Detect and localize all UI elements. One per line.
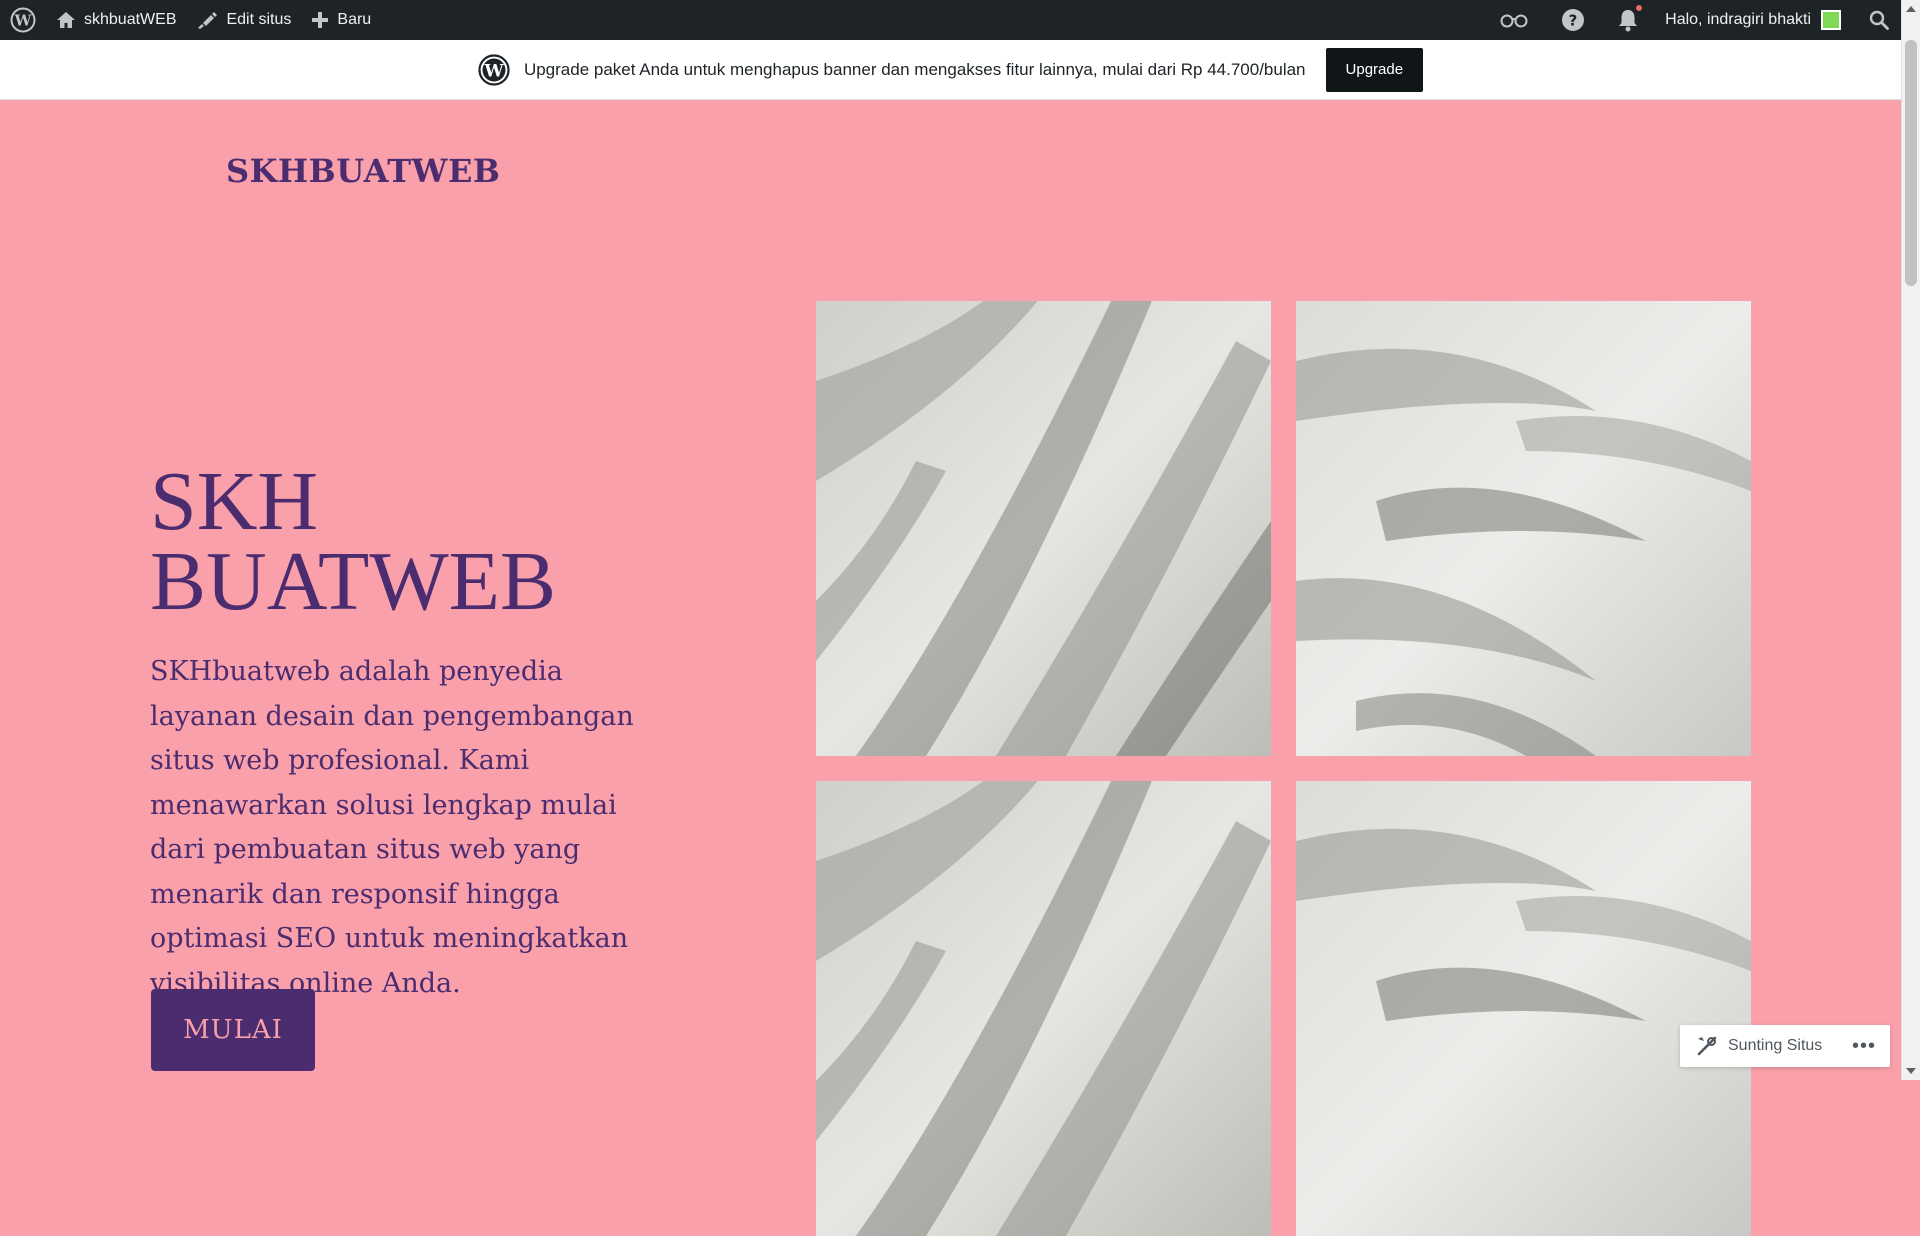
edit-site-pill[interactable]: Sunting Situs ••• (1680, 1025, 1890, 1067)
edit-site-link[interactable]: Edit situs (186, 0, 301, 40)
tools-icon (1696, 1035, 1718, 1057)
page-scrollbar[interactable] (1901, 0, 1920, 1080)
wordpress-menu[interactable]: W (0, 0, 46, 40)
svg-text:W: W (483, 61, 504, 81)
upgrade-banner: W Upgrade paket Anda untuk menghapus ban… (0, 40, 1901, 100)
site-title[interactable]: SKHBUATWEB (226, 152, 500, 190)
svg-text:W: W (14, 12, 33, 30)
scrollbar-thumb[interactable] (1905, 40, 1917, 286)
reader-button[interactable] (1483, 0, 1545, 40)
new-content-label: Baru (337, 11, 372, 28)
banner-text: Upgrade paket Anda untuk menghapus banne… (523, 59, 1306, 79)
new-content-link[interactable]: Baru (301, 0, 381, 40)
bell-icon (1619, 10, 1638, 32)
edit-icon (198, 12, 218, 29)
site-name-label: skhbuatWEB (84, 11, 177, 28)
search-button[interactable] (1851, 0, 1901, 40)
edit-site-pill-label: Sunting Situs (1728, 1037, 1823, 1054)
hero-title: SKH BUATWEB (150, 460, 710, 624)
admin-bar: W skhbuatWEB Edit situs Baru ? Halo, ind… (0, 0, 1901, 40)
site-name-link[interactable]: skhbuatWEB (46, 0, 186, 40)
reader-icon (1500, 14, 1528, 28)
plus-icon (312, 12, 329, 28)
sand-image-3 (816, 781, 1271, 1236)
help-button[interactable]: ? (1545, 0, 1601, 40)
sand-image-4 (1296, 781, 1751, 1236)
hero-title-line-2: BUATWEB (150, 535, 556, 628)
notifications-button[interactable] (1601, 0, 1655, 40)
avatar (1821, 10, 1841, 30)
edit-site-label: Edit situs (226, 11, 292, 28)
wordpress-icon: W (10, 7, 36, 33)
account-menu[interactable]: Halo, indragiri bhakti (1655, 0, 1851, 40)
home-icon (57, 12, 75, 28)
svg-text:?: ? (1569, 12, 1578, 30)
upgrade-button[interactable]: Upgrade (1325, 47, 1424, 92)
more-icon[interactable]: ••• (1852, 1035, 1876, 1058)
help-icon: ? (1562, 9, 1585, 31)
search-icon (1869, 10, 1889, 30)
start-button[interactable]: MULAI (151, 989, 315, 1071)
notification-dot (1636, 5, 1643, 11)
hero-description: SKHbuatweb adalah penyedia layanan desai… (150, 656, 634, 999)
sand-image-1 (816, 301, 1271, 756)
scroll-down-icon[interactable] (1906, 1068, 1916, 1074)
sand-image-2 (1296, 301, 1751, 756)
greeting-label: Halo, indragiri bhakti (1665, 11, 1811, 28)
wordpress-icon: W (478, 53, 510, 86)
scroll-up-icon[interactable] (1906, 6, 1916, 12)
